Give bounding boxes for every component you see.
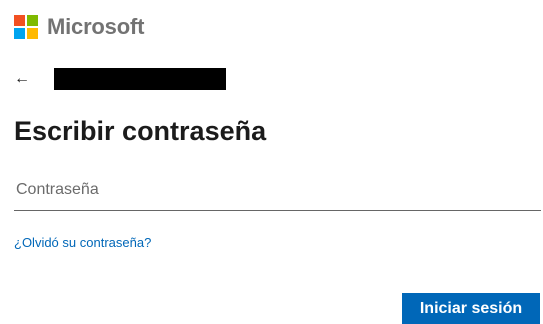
sign-in-page: Microsoft ← Escribir contraseña ¿Olvidó …	[0, 0, 543, 324]
password-field-wrapper	[14, 172, 543, 211]
logo-red-square	[14, 15, 25, 26]
account-identity: ←	[14, 68, 226, 90]
page-title: Escribir contraseña	[14, 116, 267, 146]
password-input[interactable]	[14, 172, 543, 208]
microsoft-brand: Microsoft	[14, 14, 145, 39]
forgot-password-link[interactable]: ¿Olvidó su contraseña?	[14, 235, 151, 250]
logo-green-square	[27, 15, 38, 26]
brand-name: Microsoft	[47, 14, 145, 39]
sign-in-button[interactable]: Iniciar sesión	[402, 293, 540, 324]
microsoft-logo-icon	[14, 15, 38, 39]
logo-blue-square	[14, 28, 25, 39]
logo-yellow-square	[27, 28, 38, 39]
redacted-account-name	[54, 68, 226, 90]
back-arrow-icon[interactable]: ←	[14, 71, 34, 87]
